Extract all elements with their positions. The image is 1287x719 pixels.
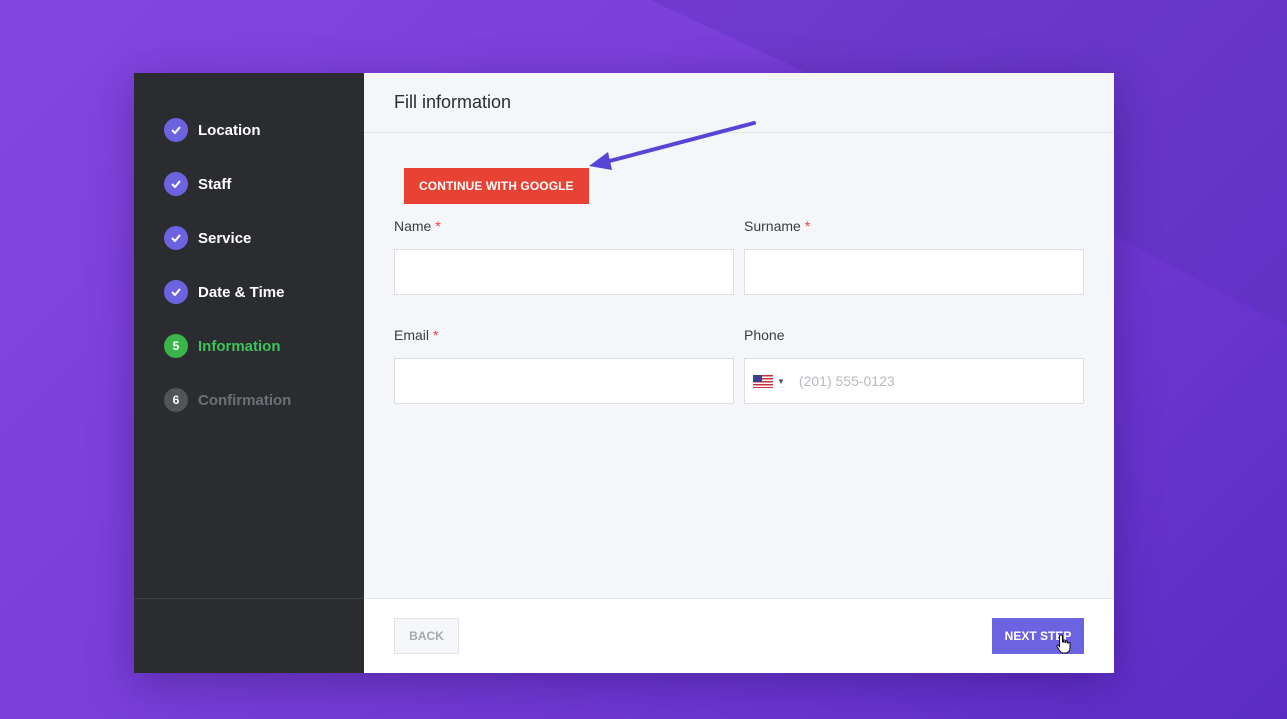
step-location[interactable]: Location <box>134 103 364 157</box>
country-code-select[interactable]: ▼ <box>745 374 785 388</box>
back-button[interactable]: BACK <box>394 618 459 654</box>
required-mark: * <box>433 327 439 343</box>
check-icon <box>164 280 188 304</box>
name-label: Name * <box>394 218 441 234</box>
surname-input[interactable] <box>744 249 1084 295</box>
check-icon <box>164 172 188 196</box>
step-confirmation[interactable]: 6 Confirmation <box>134 373 364 427</box>
steps-list: Location Staff Service Date & Time 5 Inf… <box>134 73 364 427</box>
main-footer: BACK NEXT STEP <box>364 598 1114 673</box>
us-flag-icon <box>753 374 773 388</box>
step-label: Information <box>198 337 281 355</box>
step-label: Confirmation <box>198 391 292 409</box>
steps-sidebar: Location Staff Service Date & Time 5 Inf… <box>134 73 364 673</box>
step-date-time[interactable]: Date & Time <box>134 265 364 319</box>
phone-field: ▼ <box>744 358 1084 404</box>
surname-field-group: Surname * <box>744 218 1084 295</box>
step-label: Date & Time <box>198 283 285 301</box>
check-icon <box>164 226 188 250</box>
name-field-group: Name * <box>394 218 734 295</box>
arrow-annotation <box>589 121 756 170</box>
email-field-group: Email * <box>394 327 734 404</box>
step-number-badge: 5 <box>164 334 188 358</box>
booking-panel: Location Staff Service Date & Time 5 Inf… <box>134 73 1114 673</box>
name-row: Name * Surname * <box>394 218 1084 295</box>
sidebar-footer <box>134 598 364 673</box>
check-icon <box>164 118 188 142</box>
next-step-button[interactable]: NEXT STEP <box>992 618 1084 654</box>
page-title: Fill information <box>394 92 512 112</box>
phone-field-group: Phone ▼ <box>744 327 1084 404</box>
main-content: Fill information CONTINUE WITH GOOGLE Na… <box>364 73 1114 673</box>
required-mark: * <box>804 218 811 234</box>
caret-down-icon: ▼ <box>777 376 785 386</box>
step-service[interactable]: Service <box>134 211 364 265</box>
phone-input[interactable] <box>784 359 1083 403</box>
step-label: Staff <box>198 175 232 193</box>
hand-cursor-icon <box>1056 634 1071 654</box>
required-mark: * <box>435 218 441 234</box>
email-label: Email * <box>394 327 439 343</box>
step-staff[interactable]: Staff <box>134 157 364 211</box>
form-body: CONTINUE WITH GOOGLE Name * Surname * Emai… <box>364 121 1114 598</box>
contact-row: Email * Phone ▼ <box>394 327 1084 404</box>
step-number-badge: 6 <box>164 388 188 412</box>
step-label: Location <box>198 121 261 139</box>
phone-label: Phone <box>744 327 785 343</box>
surname-label: Surname * <box>744 218 811 234</box>
step-information[interactable]: 5 Information <box>134 319 364 373</box>
continue-with-google-button[interactable]: CONTINUE WITH GOOGLE <box>404 168 589 204</box>
email-input[interactable] <box>394 358 734 404</box>
name-input[interactable] <box>394 249 734 295</box>
step-label: Service <box>198 229 252 247</box>
